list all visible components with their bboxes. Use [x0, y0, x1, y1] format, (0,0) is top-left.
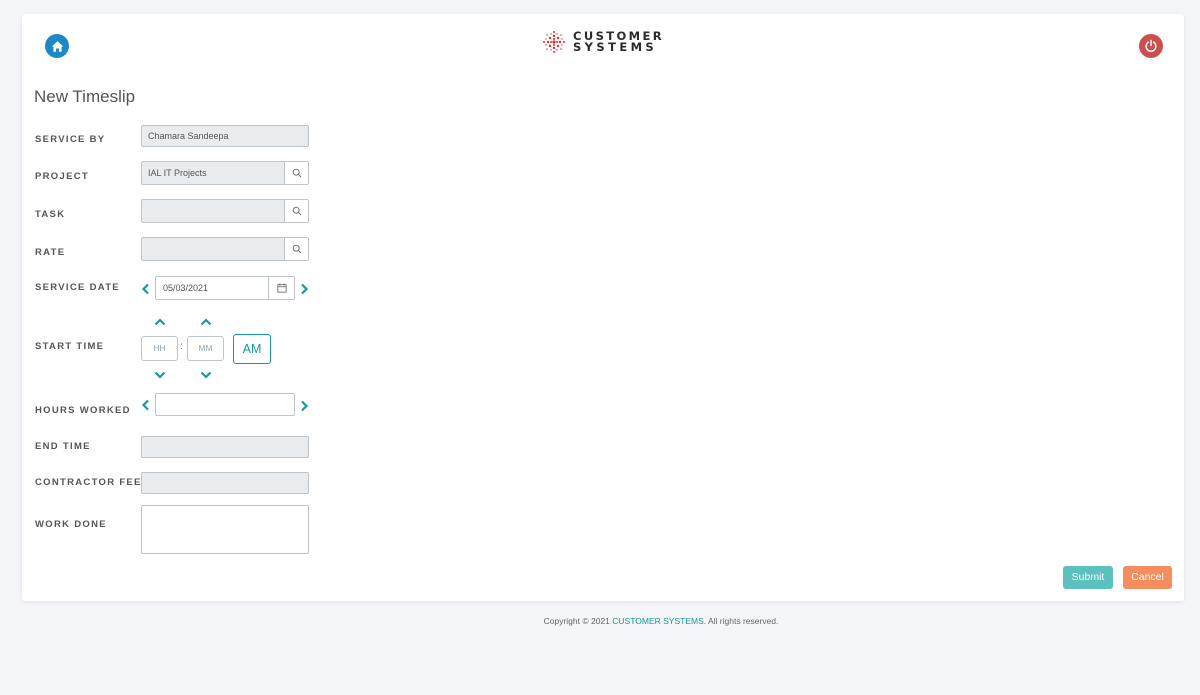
am-pm-toggle[interactable]: AM — [233, 334, 271, 364]
rate-field[interactable] — [141, 237, 309, 261]
hours-worked-label: HOURS WORKED — [35, 405, 131, 416]
copyright-text: Copyright © 2021 — [543, 616, 613, 626]
timeslip-card: CUSTOMER SYSTEMS New Timeslip SERVICE BY… — [22, 14, 1184, 601]
project-value: IAL IT Projects — [148, 168, 207, 178]
search-icon — [292, 168, 301, 178]
logout-button[interactable] — [1139, 34, 1163, 58]
rate-search-button[interactable] — [284, 238, 308, 260]
project-search-button[interactable] — [284, 162, 308, 184]
hours-decrease-chevron-icon[interactable] — [141, 399, 151, 411]
service-by-label: SERVICE BY — [35, 134, 106, 145]
calendar-button[interactable] — [268, 277, 294, 299]
service-date-value: 05/03/2021 — [163, 283, 209, 293]
submit-button[interactable]: Submit — [1063, 566, 1113, 589]
project-field[interactable]: IAL IT Projects — [141, 161, 309, 185]
rate-value — [142, 238, 284, 260]
hour-input[interactable]: HH — [141, 336, 178, 361]
service-date-field[interactable]: 05/03/2021 — [155, 276, 295, 300]
page-title: New Timeslip — [34, 87, 136, 106]
task-search-button[interactable] — [284, 200, 308, 222]
task-field[interactable] — [141, 199, 309, 223]
minute-down-chevron-icon[interactable] — [200, 370, 212, 380]
home-icon — [51, 40, 63, 52]
end-time-label: END TIME — [35, 441, 91, 452]
task-value — [142, 200, 284, 222]
contractor-fee-field — [141, 472, 309, 494]
search-icon — [292, 206, 301, 216]
search-icon — [292, 244, 301, 254]
rights-text: . All rights reserved. — [703, 616, 779, 626]
footer: Copyright © 2021 CUSTOMER SYSTEMS. All r… — [0, 616, 1200, 626]
hours-increase-chevron-icon[interactable] — [299, 400, 309, 412]
date-prev-chevron-icon[interactable] — [141, 283, 151, 295]
logo-line2: SYSTEMS — [573, 40, 658, 54]
time-separator: : — [180, 341, 183, 352]
date-next-chevron-icon[interactable] — [299, 283, 309, 295]
contractor-fee-label: CONTRACTOR FEE — [35, 477, 142, 488]
footer-brand-link[interactable]: CUSTOMER SYSTEMS — [612, 616, 703, 626]
service-date-label: SERVICE DATE — [35, 282, 120, 293]
project-label: PROJECT — [35, 171, 89, 182]
cancel-button[interactable]: Cancel — [1123, 566, 1172, 589]
hour-up-chevron-icon[interactable] — [154, 317, 166, 327]
company-logo: CUSTOMER SYSTEMS — [542, 30, 664, 54]
logo-mark-icon — [543, 31, 565, 53]
calendar-icon — [276, 283, 287, 293]
home-button[interactable] — [45, 34, 69, 58]
logo-text: CUSTOMER SYSTEMS — [573, 30, 664, 54]
start-time-label: START TIME — [35, 341, 105, 352]
work-done-label: WORK DONE — [35, 519, 107, 530]
power-icon — [1145, 39, 1157, 52]
end-time-field — [141, 436, 309, 458]
minute-up-chevron-icon[interactable] — [200, 317, 212, 327]
work-done-textarea[interactable] — [141, 505, 309, 554]
hours-worked-input[interactable] — [155, 393, 295, 416]
hour-down-chevron-icon[interactable] — [154, 370, 166, 380]
task-label: TASK — [35, 209, 66, 220]
service-by-field: Chamara Sandeepa — [141, 125, 309, 147]
minute-input[interactable]: MM — [187, 336, 224, 361]
rate-label: RATE — [35, 247, 66, 258]
